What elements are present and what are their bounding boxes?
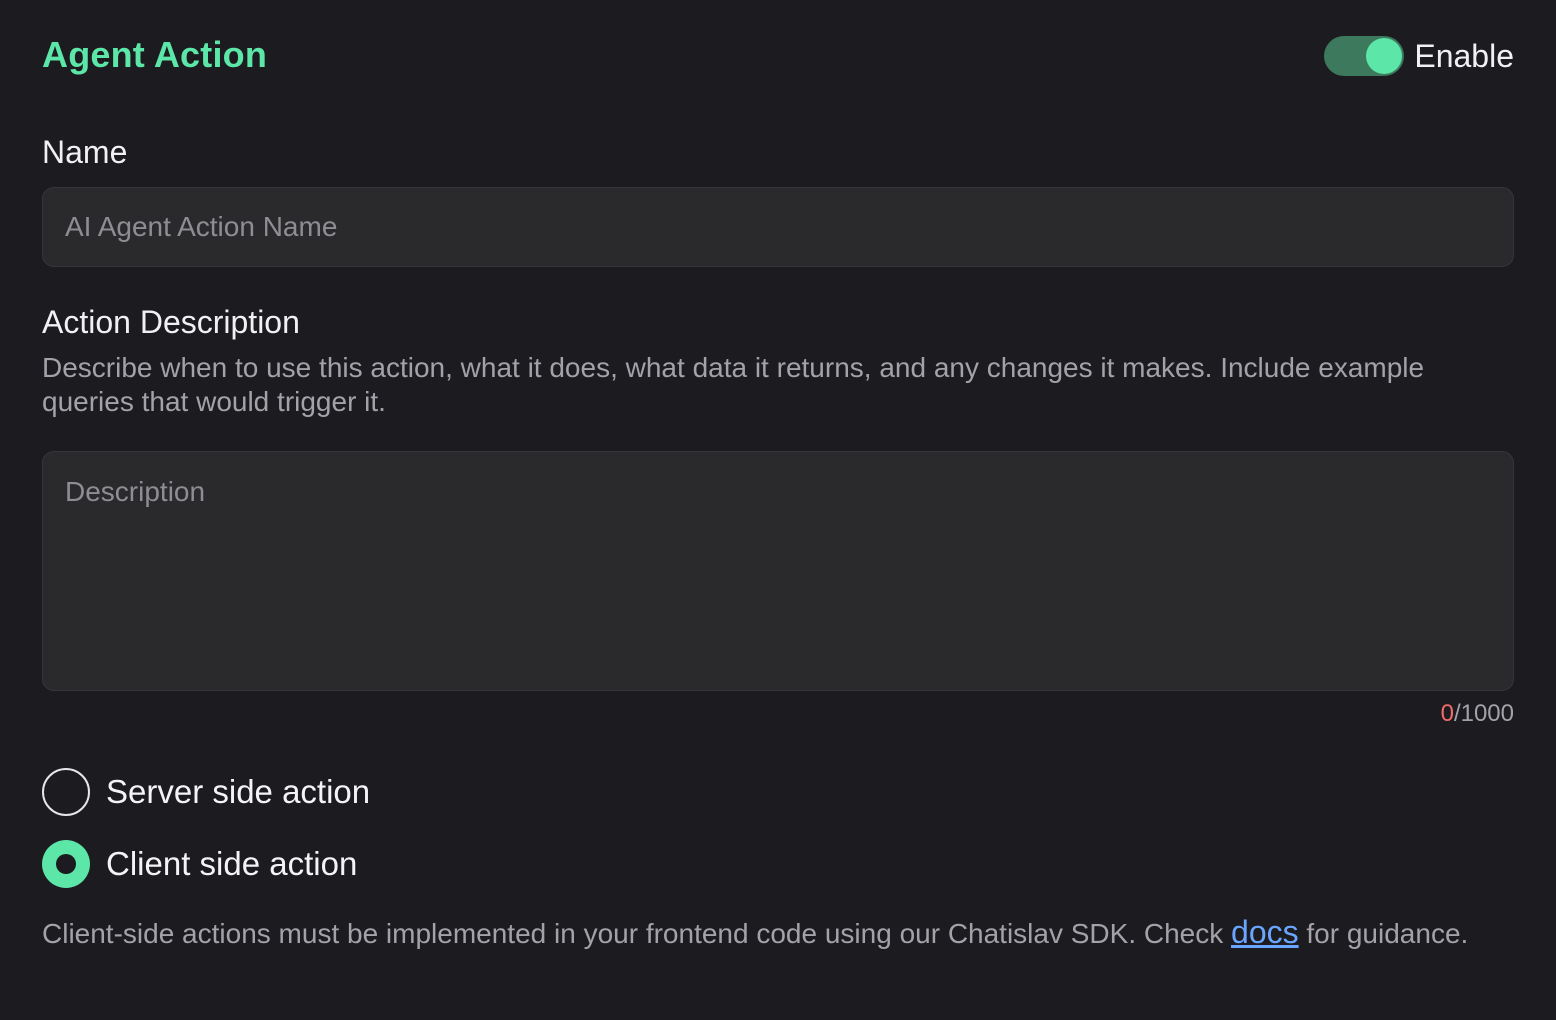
server-side-radio[interactable]	[42, 768, 90, 816]
enable-label: Enable	[1414, 37, 1514, 74]
client-side-option[interactable]: Client side action	[42, 840, 357, 888]
client-side-label: Client side action	[106, 845, 358, 882]
character-count-limit: /1000	[1453, 700, 1514, 727]
enable-toggle-group: Enable	[1324, 36, 1514, 76]
description-help-text: Describe when to use this action, what i…	[42, 352, 1425, 417]
docs-link[interactable]: docs	[1231, 914, 1299, 950]
enable-toggle[interactable]	[1324, 36, 1405, 76]
server-side-label: Server side action	[106, 773, 371, 810]
client-help-before: Client-side actions must be implemented …	[42, 918, 1232, 949]
toggle-knob	[1366, 38, 1403, 74]
client-side-radio[interactable]	[42, 840, 90, 888]
client-help-after: for guidance.	[1298, 918, 1469, 949]
action-name-input[interactable]	[42, 187, 1514, 267]
name-label: Name	[42, 134, 128, 170]
character-count-current: 0	[1440, 700, 1454, 727]
agent-action-panel: Agent Action Enable Name Action Descript…	[0, 0, 1556, 1020]
page-title: Agent Action	[42, 34, 268, 75]
description-textarea[interactable]	[42, 451, 1514, 691]
client-side-help-text: Client-side actions must be implemented …	[42, 914, 1482, 952]
character-counter: 0/1000	[1441, 700, 1514, 728]
description-label: Action Description	[42, 304, 300, 340]
server-side-option[interactable]: Server side action	[42, 768, 370, 816]
